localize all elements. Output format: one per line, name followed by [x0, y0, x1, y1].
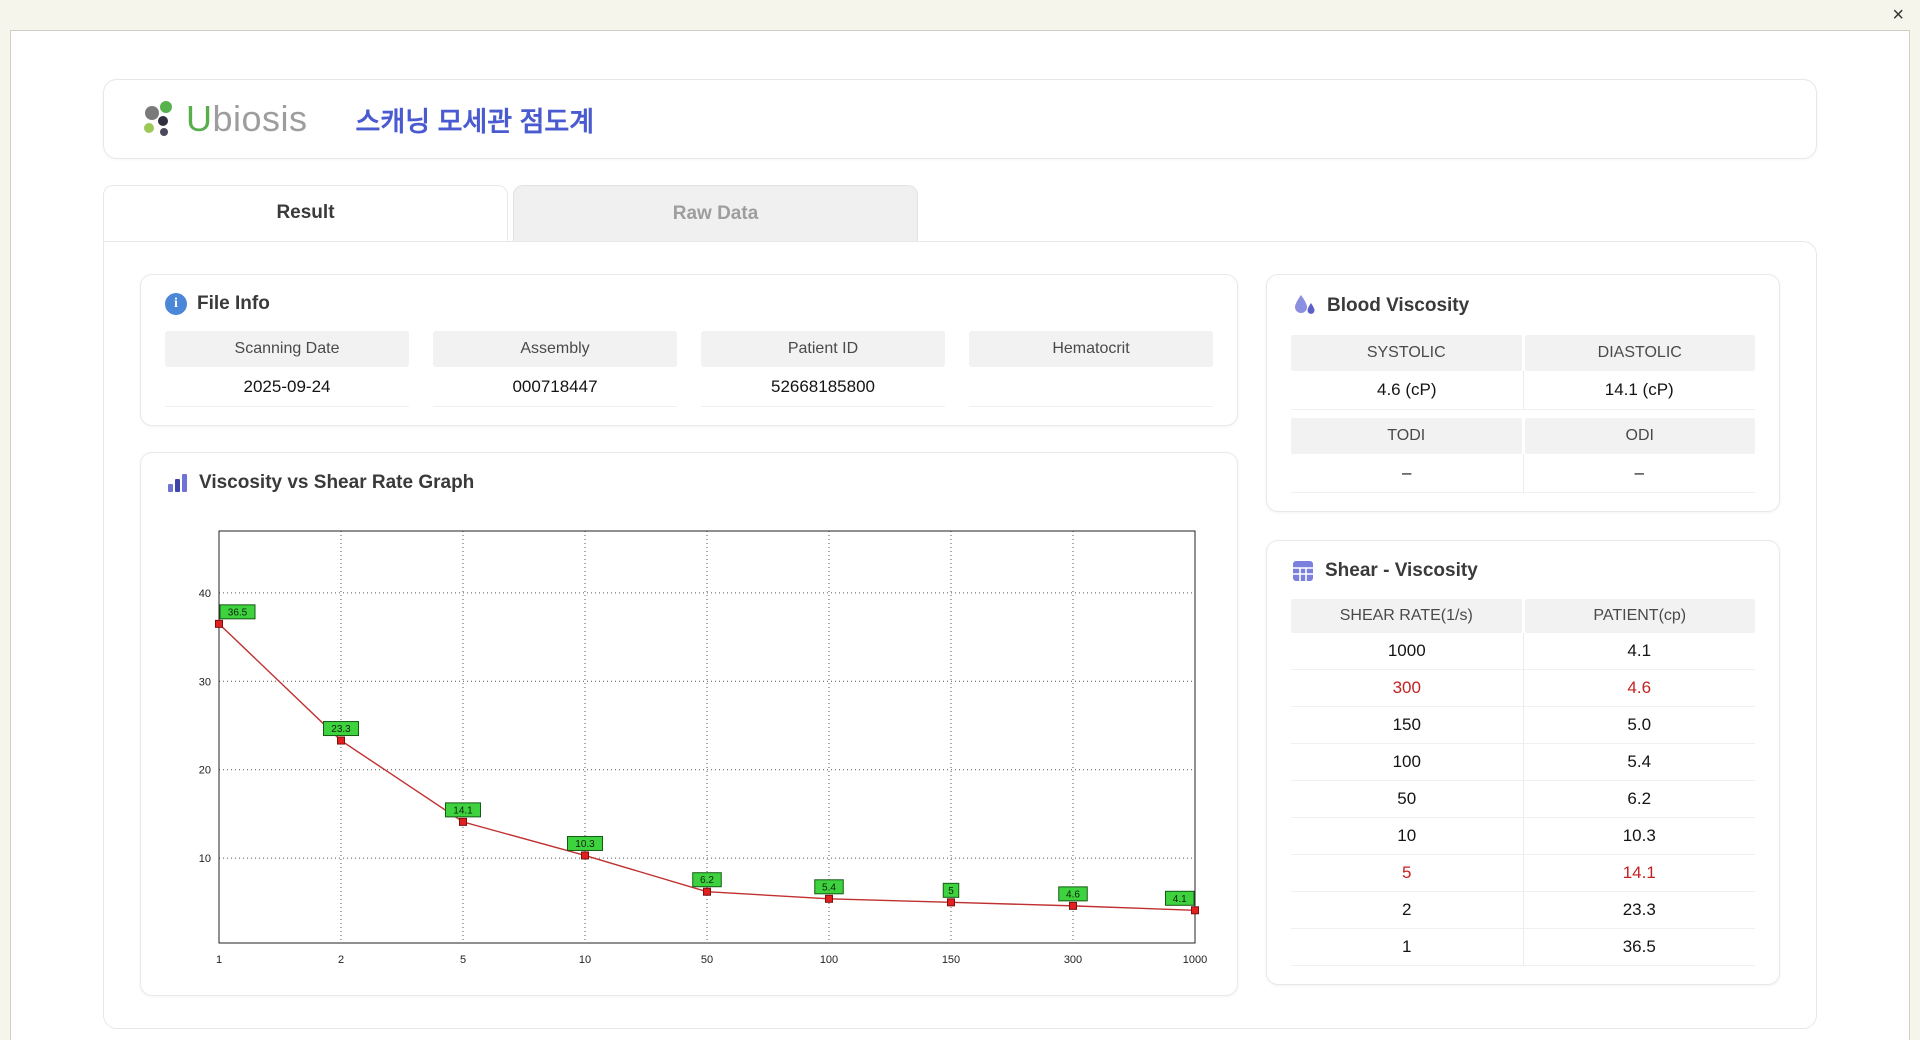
table-row: 1000 4.1 [1291, 633, 1755, 670]
field-label: Assembly [433, 331, 677, 367]
result-panel: i File Info Scanning Date 2025-09-24 Ass… [103, 241, 1817, 1029]
field-label: Hematocrit [969, 331, 1213, 367]
patient-cell: 5.0 [1523, 707, 1756, 744]
svg-text:5: 5 [948, 886, 954, 897]
tab-raw-data[interactable]: Raw Data [513, 185, 918, 241]
patient-cell: 4.1 [1523, 633, 1756, 670]
close-icon[interactable]: × [1892, 3, 1904, 27]
svg-text:36.5: 36.5 [228, 607, 248, 618]
app-window: Ubiosis 스캐닝 모세관 점도계 Result Raw Data i Fi… [10, 30, 1910, 1040]
svg-text:1: 1 [216, 954, 222, 966]
svg-text:300: 300 [1064, 954, 1082, 966]
diastolic-value: 14.1 (cP) [1523, 371, 1756, 410]
shear-table-header: SHEAR RATE(1/s) PATIENT(cp) [1291, 599, 1755, 633]
svg-text:5.4: 5.4 [822, 882, 836, 893]
tab-bar: Result Raw Data [103, 185, 1817, 241]
systolic-header: SYSTOLIC [1291, 335, 1522, 371]
svg-text:40: 40 [199, 588, 211, 600]
droplet-icon [1291, 293, 1317, 319]
field-value [969, 367, 1213, 407]
svg-text:150: 150 [942, 954, 960, 966]
info-icon: i [165, 293, 187, 315]
svg-text:10: 10 [199, 853, 211, 865]
odi-value: – [1523, 454, 1756, 493]
table-row: 150 5.0 [1291, 707, 1755, 744]
field-patient-id: Patient ID 52668185800 [701, 331, 945, 407]
diastolic-header: DIASTOLIC [1525, 335, 1756, 371]
shear-rate-cell: 50 [1291, 781, 1523, 818]
table-row: 2 23.3 [1291, 892, 1755, 929]
table-row: 10 10.3 [1291, 818, 1755, 855]
todi-value: – [1291, 454, 1523, 493]
bar-chart-icon [165, 471, 189, 495]
table-row: 300 4.6 [1291, 670, 1755, 707]
systolic-value: 4.6 (cP) [1291, 371, 1523, 410]
field-label: Patient ID [701, 331, 945, 367]
svg-text:1000: 1000 [1183, 954, 1207, 966]
field-hematocrit: Hematocrit [969, 331, 1213, 407]
svg-text:10: 10 [579, 954, 591, 966]
shear-rate-header: SHEAR RATE(1/s) [1291, 599, 1522, 633]
blood-viscosity-card: Blood Viscosity SYSTOLIC DIASTOLIC 4.6 (… [1266, 274, 1780, 512]
shear-viscosity-title: Shear - Viscosity [1325, 560, 1478, 582]
svg-text:23.3: 23.3 [331, 724, 351, 735]
patient-cell: 4.6 [1523, 670, 1756, 707]
shear-rate-cell: 300 [1291, 670, 1523, 707]
logo-dots-icon [138, 98, 182, 140]
table-icon [1291, 559, 1315, 583]
patient-cell: 14.1 [1523, 855, 1756, 892]
svg-text:10.3: 10.3 [575, 839, 595, 850]
shear-rate-cell: 5 [1291, 855, 1523, 892]
svg-text:30: 30 [199, 676, 211, 688]
field-label: Scanning Date [165, 331, 409, 367]
table-row: 5 14.1 [1291, 855, 1755, 892]
patient-cell: 36.5 [1523, 929, 1756, 966]
field-value: 52668185800 [701, 367, 945, 407]
svg-text:14.1: 14.1 [453, 805, 473, 816]
shear-viscosity-card: Shear - Viscosity SHEAR RATE(1/s) PATIEN… [1266, 540, 1780, 985]
field-assembly: Assembly 000718447 [433, 331, 677, 407]
viscosity-chart: 10 20 30 40 1 2 5 10 50 100 150 300 1000 36.5 23.3 14.1… [173, 515, 1213, 977]
svg-text:6.2: 6.2 [700, 875, 714, 886]
file-info-title: File Info [197, 293, 270, 315]
table-row: 100 5.4 [1291, 744, 1755, 781]
table-row: 1 36.5 [1291, 929, 1755, 966]
patient-header: PATIENT(cp) [1525, 599, 1756, 633]
page-title: 스캐닝 모세관 점도계 [356, 100, 595, 139]
svg-text:4.6: 4.6 [1066, 889, 1080, 900]
shear-rate-cell: 2 [1291, 892, 1523, 929]
shear-rate-cell: 1 [1291, 929, 1523, 966]
svg-text:20: 20 [199, 765, 211, 777]
ubiosis-logo: Ubiosis [138, 98, 308, 140]
svg-text:100: 100 [820, 954, 838, 966]
field-value: 000718447 [433, 367, 677, 407]
svg-text:2: 2 [338, 954, 344, 966]
field-scanning-date: Scanning Date 2025-09-24 [165, 331, 409, 407]
patient-cell: 23.3 [1523, 892, 1756, 929]
shear-rate-cell: 150 [1291, 707, 1523, 744]
chart-title: Viscosity vs Shear Rate Graph [199, 472, 474, 494]
todi-header: TODI [1291, 418, 1522, 454]
file-info-card: i File Info Scanning Date 2025-09-24 Ass… [140, 274, 1238, 426]
header: Ubiosis 스캐닝 모세관 점도계 [103, 79, 1817, 159]
shear-rate-cell: 1000 [1291, 633, 1523, 670]
logo-text: Ubiosis [186, 98, 308, 140]
viscosity-chart-card: Viscosity vs Shear Rate Graph 10 20 30 40 1 2… [140, 452, 1238, 996]
table-row: 50 6.2 [1291, 781, 1755, 818]
field-value: 2025-09-24 [165, 367, 409, 407]
patient-cell: 5.4 [1523, 744, 1756, 781]
patient-cell: 6.2 [1523, 781, 1756, 818]
odi-header: ODI [1525, 418, 1756, 454]
shear-rate-cell: 10 [1291, 818, 1523, 855]
patient-cell: 10.3 [1523, 818, 1756, 855]
shear-rate-cell: 100 [1291, 744, 1523, 781]
tab-result[interactable]: Result [103, 185, 508, 241]
blood-viscosity-title: Blood Viscosity [1327, 295, 1469, 317]
svg-text:5: 5 [460, 954, 466, 966]
svg-text:50: 50 [701, 954, 713, 966]
svg-text:4.1: 4.1 [1173, 894, 1187, 905]
